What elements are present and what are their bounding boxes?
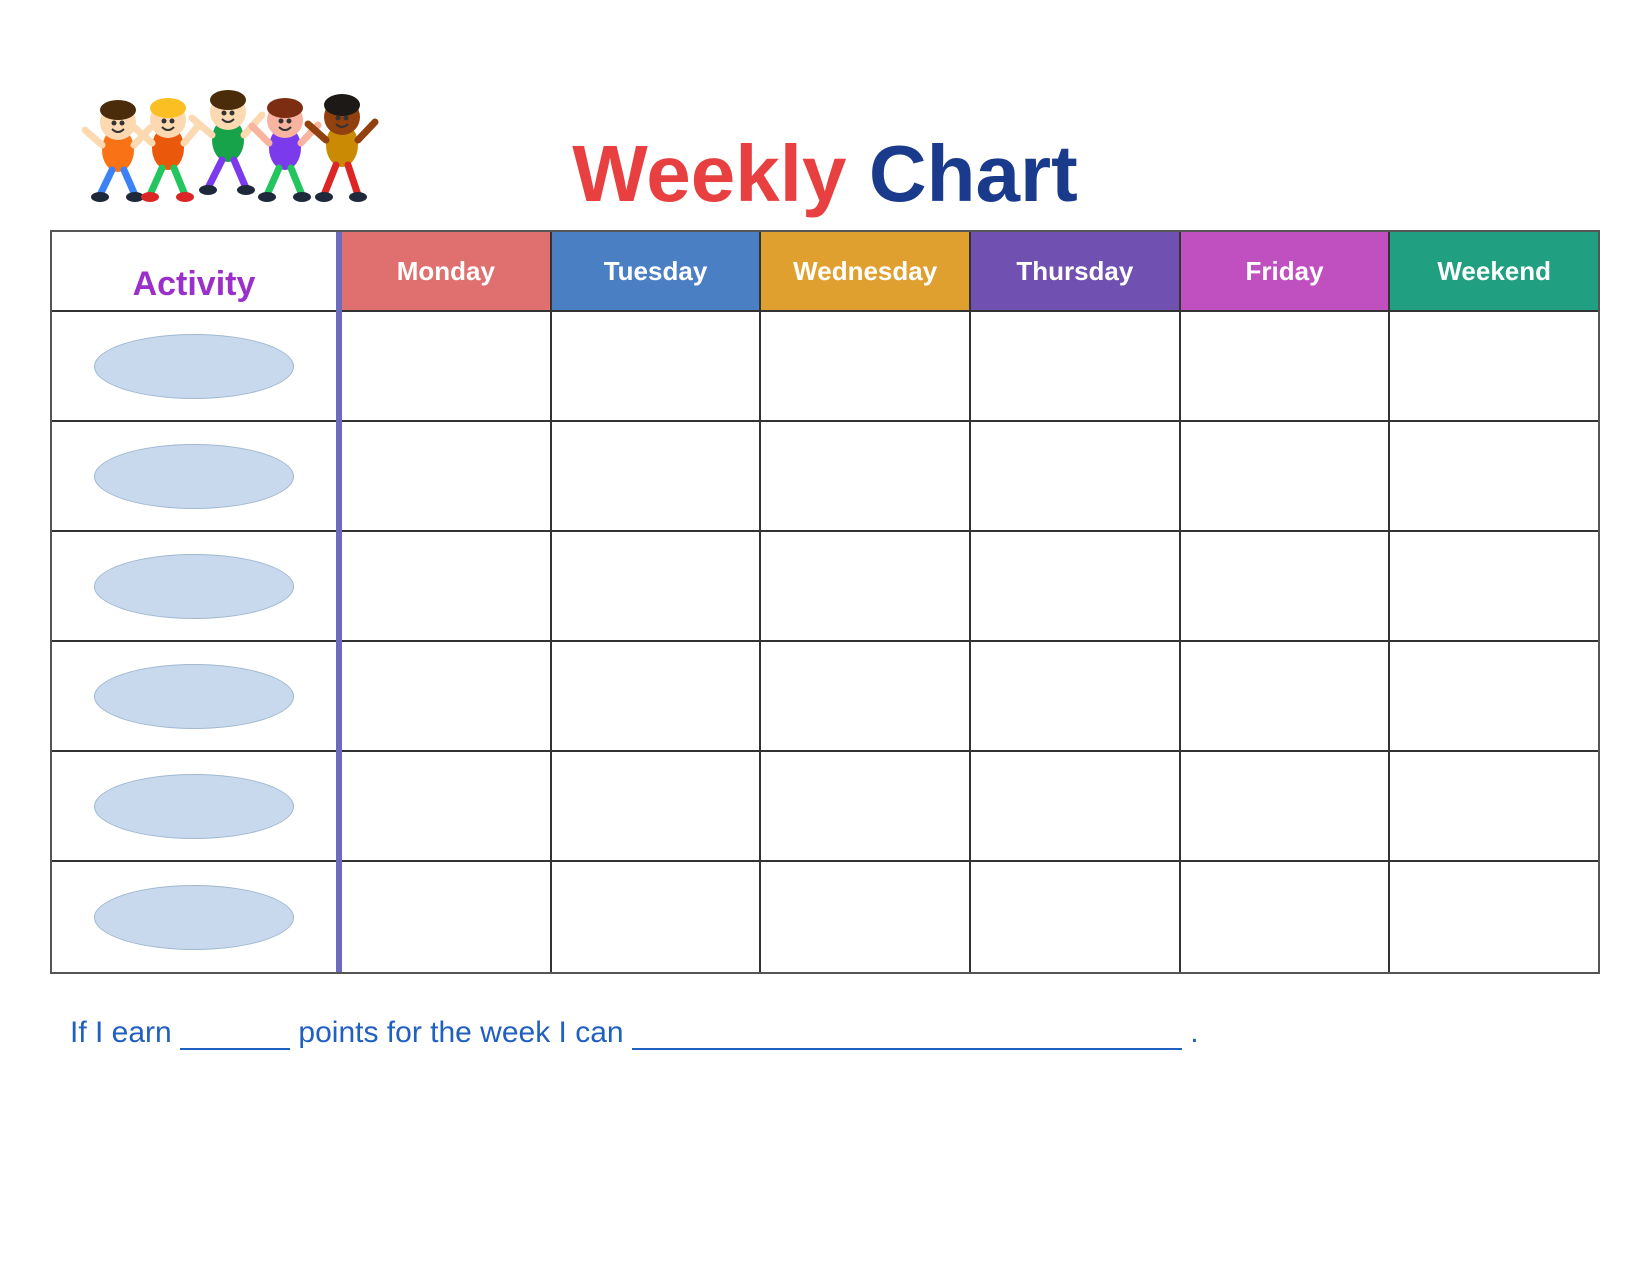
- cell-r1-fri[interactable]: [1181, 312, 1391, 420]
- cell-r3-mon[interactable]: [342, 532, 552, 640]
- cell-r2-thu[interactable]: [971, 422, 1181, 530]
- cell-r6-wknd[interactable]: [1390, 862, 1598, 972]
- activity-row-1: [52, 312, 336, 422]
- cell-r5-fri[interactable]: [1181, 752, 1391, 860]
- footer-text2: points for the week I can: [298, 1016, 623, 1049]
- cell-r2-wknd[interactable]: [1390, 422, 1598, 530]
- cell-r1-wknd[interactable]: [1390, 312, 1598, 420]
- cell-r2-wed[interactable]: [761, 422, 971, 530]
- activity-oval-3: [94, 554, 294, 619]
- grid-body: [342, 312, 1598, 972]
- grid-row-4: [342, 642, 1598, 752]
- cell-r4-thu[interactable]: [971, 642, 1181, 750]
- activity-column: Activity: [52, 232, 342, 972]
- activity-header: Activity: [52, 232, 336, 312]
- cell-r6-tue[interactable]: [552, 862, 762, 972]
- activity-oval-2: [94, 444, 294, 509]
- grid-row-6: [342, 862, 1598, 972]
- activity-oval-4: [94, 664, 294, 729]
- cell-r4-wed[interactable]: [761, 642, 971, 750]
- footer-text1: If I earn: [70, 1016, 172, 1049]
- cell-r5-wed[interactable]: [761, 752, 971, 860]
- cell-r3-tue[interactable]: [552, 532, 762, 640]
- activity-oval-6: [94, 885, 294, 950]
- grid-row-3: [342, 532, 1598, 642]
- header-friday: Friday: [1181, 232, 1391, 310]
- cell-r1-wed[interactable]: [761, 312, 971, 420]
- cell-r2-mon[interactable]: [342, 422, 552, 530]
- header-wednesday: Wednesday: [761, 232, 971, 310]
- activity-oval-1: [94, 334, 294, 399]
- activity-row-5: [52, 752, 336, 862]
- footer-text: If I earn points for the week I can .: [50, 1014, 1600, 1050]
- cell-r2-tue[interactable]: [552, 422, 762, 530]
- activity-label: Activity: [133, 265, 256, 304]
- header-monday: Monday: [342, 232, 552, 310]
- grid-row-2: [342, 422, 1598, 532]
- cell-r6-mon[interactable]: [342, 862, 552, 972]
- cell-r3-wed[interactable]: [761, 532, 971, 640]
- cell-r4-tue[interactable]: [552, 642, 762, 750]
- days-header: Monday Tuesday Wednesday Thursday Friday…: [342, 232, 1598, 312]
- activity-row-6: [52, 862, 336, 972]
- cell-r5-mon[interactable]: [342, 752, 552, 860]
- title-weekly: Weekly: [572, 129, 846, 218]
- footer-period: .: [1190, 1016, 1198, 1049]
- cell-r5-thu[interactable]: [971, 752, 1181, 860]
- cell-r3-thu[interactable]: [971, 532, 1181, 640]
- activity-oval-5: [94, 774, 294, 839]
- title-chart: Chart: [869, 129, 1078, 218]
- cell-r6-thu[interactable]: [971, 862, 1181, 972]
- cell-r3-fri[interactable]: [1181, 532, 1391, 640]
- header-weekend: Weekend: [1390, 232, 1598, 310]
- weekly-chart: Activity Monday Tuesday: [50, 230, 1600, 974]
- cell-r6-fri[interactable]: [1181, 862, 1391, 972]
- cell-r1-mon[interactable]: [342, 312, 552, 420]
- footer-blank-reward[interactable]: [632, 1014, 1182, 1050]
- kids-illustration: [80, 40, 380, 225]
- activity-row-2: [52, 422, 336, 532]
- header-thursday: Thursday: [971, 232, 1181, 310]
- days-section: Monday Tuesday Wednesday Thursday Friday…: [342, 232, 1598, 972]
- cell-r4-mon[interactable]: [342, 642, 552, 750]
- cell-r4-fri[interactable]: [1181, 642, 1391, 750]
- activity-row-4: [52, 642, 336, 752]
- cell-r3-wknd[interactable]: [1390, 532, 1598, 640]
- grid-row-5: [342, 752, 1598, 862]
- cell-r5-tue[interactable]: [552, 752, 762, 860]
- cell-r5-wknd[interactable]: [1390, 752, 1598, 860]
- activity-row-3: [52, 532, 336, 642]
- cell-r6-wed[interactable]: [761, 862, 971, 972]
- cell-r2-fri[interactable]: [1181, 422, 1391, 530]
- cell-r1-tue[interactable]: [552, 312, 762, 420]
- header-tuesday: Tuesday: [552, 232, 762, 310]
- grid-row-1: [342, 312, 1598, 422]
- cell-r4-wknd[interactable]: [1390, 642, 1598, 750]
- cell-r1-thu[interactable]: [971, 312, 1181, 420]
- footer-blank-points[interactable]: [180, 1014, 290, 1050]
